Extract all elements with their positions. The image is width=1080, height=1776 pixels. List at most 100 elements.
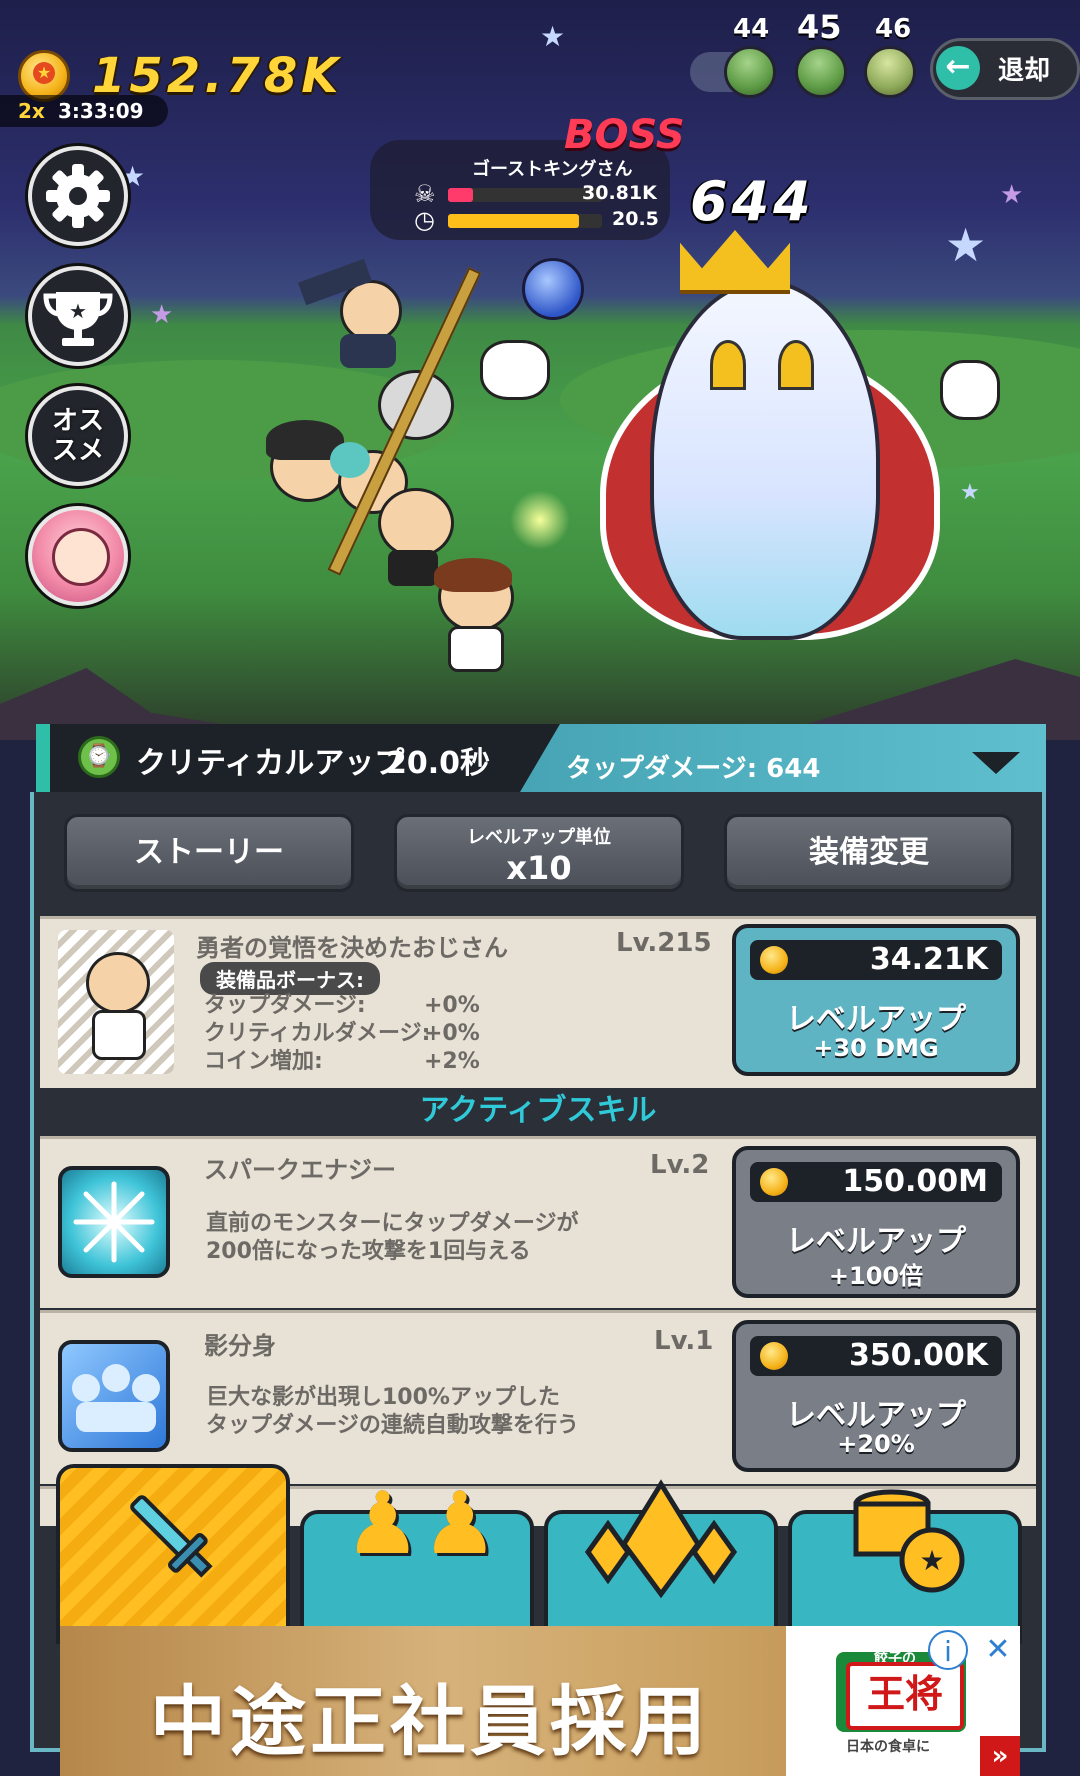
section-header: アクティブスキル bbox=[40, 1088, 1036, 1134]
back-arrow-icon: ← bbox=[936, 46, 980, 90]
star-decoration: ★ bbox=[150, 300, 174, 330]
price-value: 350.00K bbox=[848, 1338, 988, 1373]
price-box: 150.00M bbox=[750, 1162, 1002, 1202]
clock-icon: ◷ bbox=[414, 206, 435, 234]
recommend-button[interactable]: オススメ bbox=[28, 386, 128, 486]
levelup-unit-label: レベルアップ単位 bbox=[467, 827, 611, 848]
critical-up-icon: ⌚ bbox=[78, 736, 120, 778]
skill-level: Lv.2 bbox=[650, 1150, 710, 1180]
skill-name: スパークエナジー bbox=[204, 1156, 396, 1184]
character-portrait-button[interactable] bbox=[28, 506, 128, 606]
tap-damage-label: タップダメージ: 644 bbox=[566, 754, 821, 784]
levelup-label: レベルアップ bbox=[786, 1224, 966, 1259]
equip-change-button[interactable]: 装備変更 bbox=[724, 814, 1014, 892]
price-box: 34.21K bbox=[750, 940, 1002, 980]
ad-info-icon[interactable]: i bbox=[928, 1630, 968, 1670]
boss-time-value: 20.5 bbox=[612, 208, 659, 230]
boss-ghost-king[interactable] bbox=[480, 230, 1000, 700]
skill-description: 直前のモンスターにタップダメージが bbox=[206, 1211, 579, 1236]
retreat-label: 退却 bbox=[998, 56, 1051, 86]
coin-stack-icon: ★ bbox=[853, 1489, 965, 1593]
hero-level: Lv.215 bbox=[616, 928, 712, 958]
avatar bbox=[52, 528, 110, 586]
price-value: 34.21K bbox=[869, 942, 988, 977]
levelup-unit-value: x10 bbox=[506, 849, 572, 887]
boss-time-bar bbox=[448, 214, 579, 228]
stage-number: 46 bbox=[875, 14, 912, 44]
skill-level: Lv.1 bbox=[654, 1326, 714, 1356]
ad-logo-text: 王将 bbox=[846, 1662, 964, 1730]
stage-number-current: 45 bbox=[797, 8, 842, 46]
skill-levelup-button[interactable]: 350.00K レベルアップ +20% bbox=[732, 1320, 1020, 1472]
skill-levelup-button[interactable]: 150.00M レベルアップ +100倍 bbox=[732, 1146, 1020, 1298]
bonus-label: タップダメージ: bbox=[204, 993, 366, 1018]
coin-icon bbox=[760, 946, 788, 974]
crystal-icon bbox=[584, 1479, 738, 1599]
trophy-icon: ★ bbox=[43, 292, 113, 346]
bonus-value: +2% bbox=[424, 1049, 480, 1074]
hero-levelup-button[interactable]: 34.21K レベルアップ +30 DMG bbox=[732, 924, 1020, 1076]
price-value: 150.00M bbox=[842, 1164, 988, 1199]
gear-icon bbox=[46, 164, 110, 228]
svg-text:★: ★ bbox=[69, 299, 87, 323]
ad-logo-tagline: 日本の食卓に bbox=[846, 1739, 930, 1755]
ad-headline[interactable]: 中途正社員採用 bbox=[150, 1660, 710, 1770]
stage-number: 44 bbox=[733, 14, 770, 44]
star-decoration: ★ bbox=[1000, 180, 1024, 210]
ad-close-icon[interactable]: ✕ bbox=[978, 1630, 1018, 1670]
levelup-effect: +30 DMG bbox=[813, 1034, 939, 1062]
skill-description: 200倍になった攻撃を1回与える bbox=[206, 1239, 531, 1264]
bonus-value: +0% bbox=[424, 1021, 480, 1046]
star-decoration: ★ bbox=[960, 480, 980, 505]
sword-icon bbox=[130, 1495, 213, 1578]
active-skill-time: 20.0秒 bbox=[386, 746, 491, 781]
bonus-label: コイン増加: bbox=[204, 1049, 323, 1074]
levelup-effect: +20% bbox=[837, 1430, 915, 1458]
hero-portrait-frame bbox=[58, 930, 174, 1074]
boss-name: ゴーストキングさん bbox=[472, 159, 633, 180]
tab-artifacts[interactable] bbox=[544, 1479, 778, 1644]
collapse-chevron-icon[interactable] bbox=[972, 752, 1020, 774]
recommend-label: オススメ bbox=[51, 406, 104, 466]
hero-chibi bbox=[428, 558, 518, 678]
skill-name: 影分身 bbox=[204, 1332, 276, 1360]
star-decoration: ★ bbox=[540, 20, 566, 53]
boss-hp-bar bbox=[448, 188, 473, 202]
damage-popup: 644 bbox=[690, 170, 815, 233]
hero-name: 勇者の覚悟を決めたおじさん bbox=[196, 934, 508, 962]
tab-heroes-upgrade[interactable] bbox=[56, 1464, 290, 1644]
svg-text:★: ★ bbox=[919, 1544, 944, 1577]
price-box: 350.00K bbox=[750, 1336, 1002, 1376]
story-button[interactable]: ストーリー bbox=[64, 814, 354, 892]
levelup-label: レベルアップ bbox=[786, 1398, 966, 1433]
shadow-clone-icon bbox=[58, 1340, 170, 1452]
stage-ball bbox=[864, 46, 916, 98]
tab-shop[interactable]: ★ bbox=[788, 1489, 1022, 1644]
stage-ball-current bbox=[795, 46, 847, 98]
coin-multiplier: 2x bbox=[18, 99, 45, 123]
levelup-unit-button[interactable]: レベルアップ単位 x10 bbox=[394, 814, 684, 892]
settings-button[interactable] bbox=[28, 146, 128, 246]
hero-chibi bbox=[298, 258, 430, 370]
skill-description: タップダメージの連続自動攻撃を行う bbox=[206, 1413, 579, 1438]
spark-energy-icon bbox=[58, 1166, 170, 1278]
skill-description: 巨大な影が出現し100%アップした bbox=[206, 1385, 560, 1410]
skill-bar-accent bbox=[36, 724, 50, 792]
levelup-effect: +100倍 bbox=[828, 1262, 924, 1290]
boss-label: BOSS bbox=[564, 112, 685, 158]
tab-team[interactable]: ♟♟ bbox=[300, 1474, 534, 1644]
heroes-icon: ♟♟ bbox=[344, 1474, 499, 1574]
equip-change-label: 装備変更 bbox=[809, 835, 929, 870]
ad-more-icon[interactable]: » bbox=[980, 1736, 1020, 1776]
story-label: ストーリー bbox=[134, 835, 284, 870]
active-skill-name: クリティカルアップ bbox=[136, 746, 405, 781]
coin-icon bbox=[760, 1342, 788, 1370]
achievements-button[interactable]: ★ bbox=[28, 266, 128, 366]
bonus-badge: 装備品ボーナス: bbox=[200, 962, 380, 995]
skull-icon: ☠ bbox=[414, 180, 436, 208]
multiplier-timer: 3:33:09 bbox=[58, 99, 144, 123]
coin-icon bbox=[760, 1168, 788, 1196]
bonus-value: +0% bbox=[424, 993, 480, 1018]
levelup-label: レベルアップ bbox=[786, 1002, 966, 1037]
boss-hp-value: 30.81K bbox=[582, 182, 657, 204]
